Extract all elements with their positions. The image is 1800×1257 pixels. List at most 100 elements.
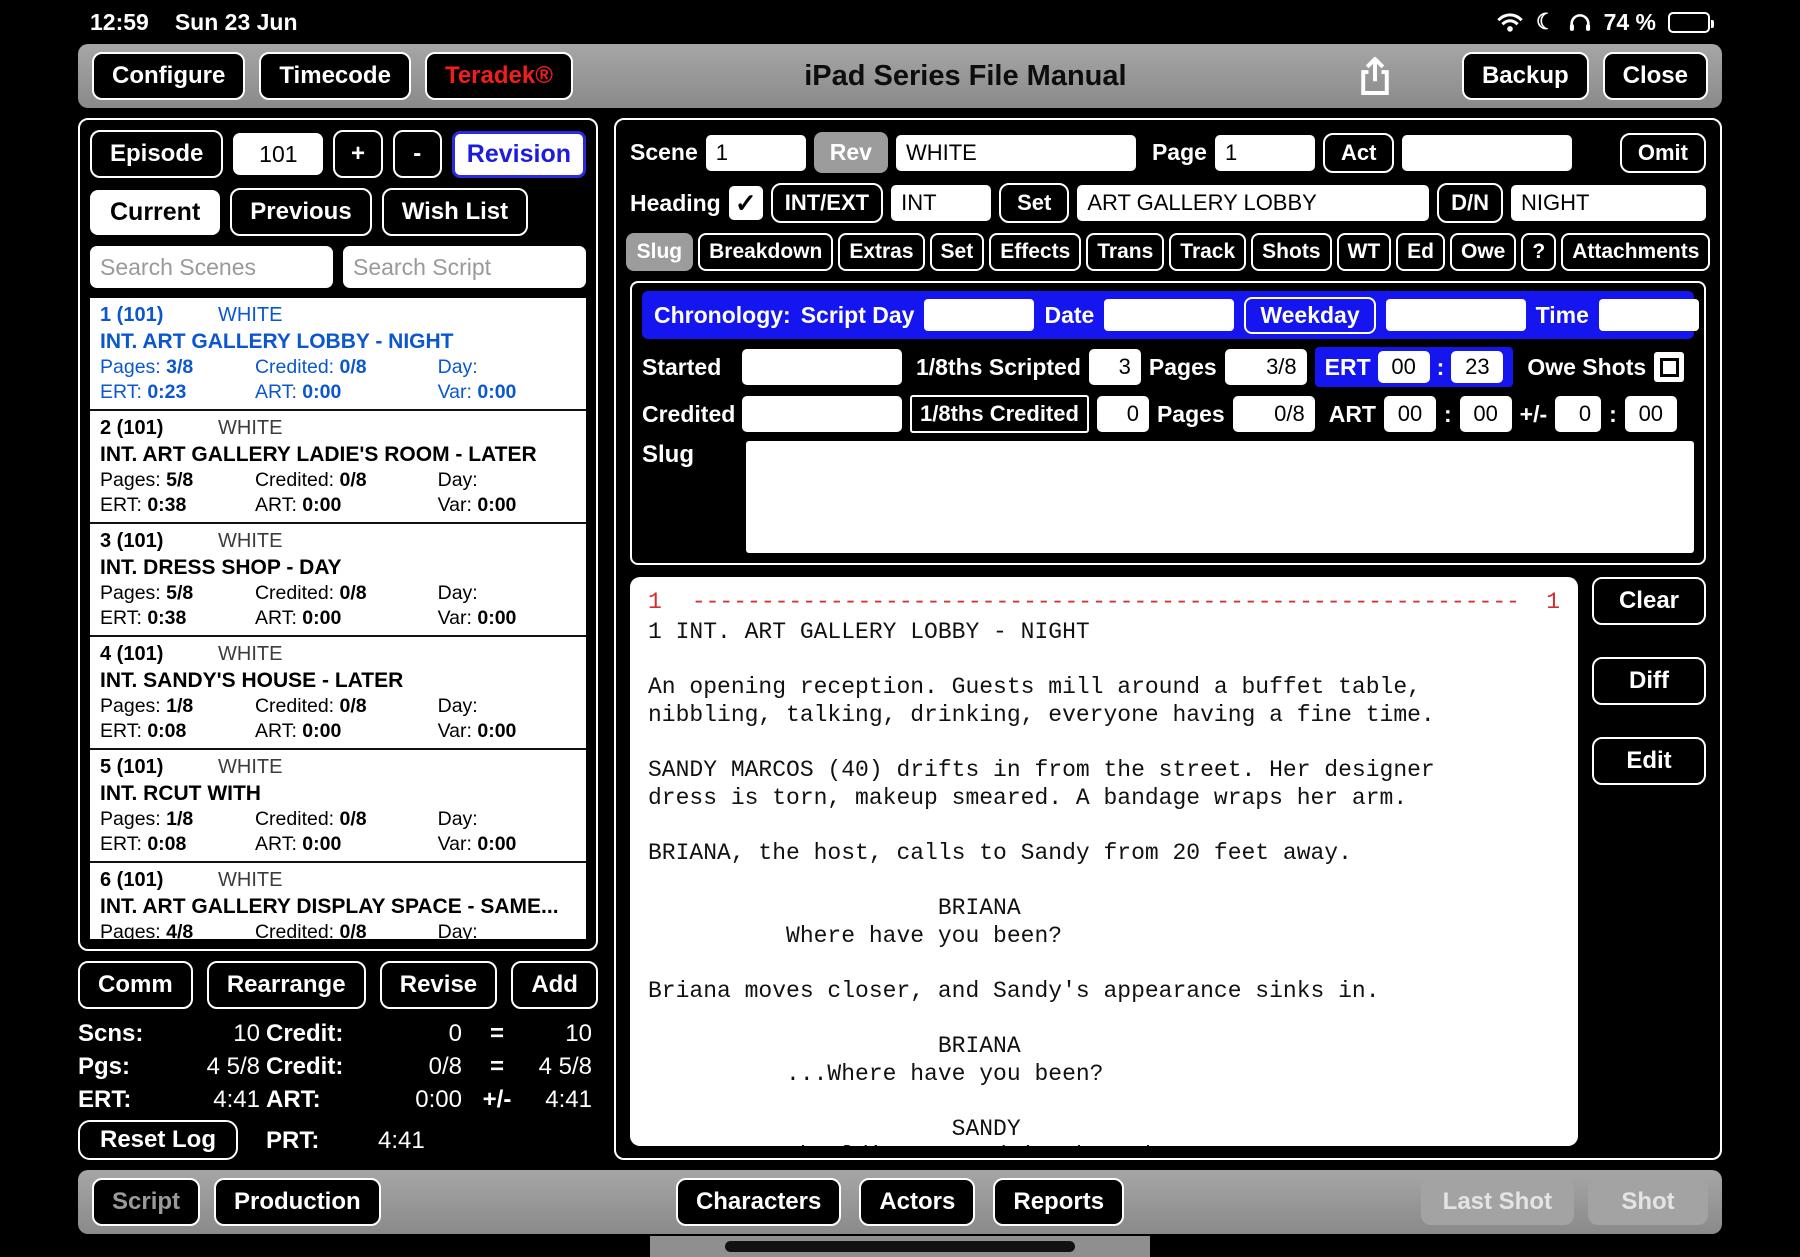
started-input[interactable] [742, 349, 902, 385]
tab-wishlist[interactable]: Wish List [381, 188, 529, 236]
art-minutes-input[interactable] [1383, 396, 1436, 432]
tab-attachments[interactable]: Attachments [1561, 233, 1711, 271]
heading-checkbox[interactable]: ✓ [728, 186, 763, 220]
scene-revision-color: WHITE [218, 756, 283, 778]
nav-script-button[interactable]: Script [92, 1178, 201, 1226]
search-script-input[interactable] [343, 246, 586, 288]
revision-button[interactable]: Revision [451, 130, 586, 178]
variance-seconds-input[interactable] [1624, 396, 1677, 432]
revision-color-input[interactable] [895, 134, 1136, 171]
script-text: 1 INT. ART GALLERY LOBBY - NIGHT An open… [648, 619, 1435, 1146]
nav-actors-button[interactable]: Actors [859, 1178, 976, 1226]
tab-effects[interactable]: Effects [989, 233, 1082, 271]
nav-reports-button[interactable]: Reports [993, 1178, 1125, 1226]
backup-button[interactable]: Backup [1461, 52, 1589, 100]
omit-button[interactable]: Omit [1619, 132, 1706, 173]
scene-list-item-1[interactable]: 1 (101) WHITE INT. ART GALLERY LOBBY - N… [90, 298, 586, 411]
act-button[interactable]: Act [1322, 132, 1395, 173]
revise-button[interactable]: Revise [379, 961, 498, 1009]
tab-wt[interactable]: WT [1336, 233, 1392, 271]
tab-slug[interactable]: Slug [625, 233, 694, 271]
eighths-scripted-input[interactable] [1088, 349, 1141, 385]
rev-button[interactable]: Rev [813, 132, 888, 173]
act-input[interactable] [1402, 134, 1573, 171]
shot-button[interactable]: Shot [1588, 1179, 1708, 1225]
ert-minutes-input[interactable] [1377, 351, 1430, 383]
set-button[interactable]: Set [999, 183, 1070, 223]
variance-minutes-input[interactable] [1555, 396, 1602, 432]
scene-list-item-4[interactable]: 4 (101) WHITE INT. SANDY'S HOUSE - LATER… [90, 637, 586, 750]
ert-seconds-input[interactable] [1451, 351, 1504, 383]
comm-button[interactable]: Comm [78, 961, 193, 1009]
weekday-input[interactable] [1385, 299, 1526, 331]
tab-previous[interactable]: Previous [230, 188, 372, 236]
detail-tabs: Slug Breakdown Extras Set Effects Trans … [625, 233, 1711, 271]
pages-scripted-label: Pages [1148, 353, 1217, 380]
clear-button[interactable]: Clear [1592, 577, 1706, 625]
int-ext-input[interactable] [891, 185, 992, 221]
tab-owe[interactable]: Owe [1450, 233, 1517, 271]
timecode-button[interactable]: Timecode [259, 52, 411, 100]
reset-log-button[interactable]: Reset Log [78, 1120, 238, 1160]
close-button[interactable]: Close [1602, 52, 1708, 100]
search-scenes-input[interactable] [90, 246, 333, 288]
tab-ed[interactable]: Ed [1396, 233, 1446, 271]
eighths-scripted-label: 1/8ths Scripted [916, 353, 1081, 380]
teradek-button[interactable]: Teradek® [424, 52, 573, 100]
edit-button[interactable]: Edit [1592, 737, 1706, 785]
scene-list-item-2[interactable]: 2 (101) WHITE INT. ART GALLERY LADIE'S R… [90, 411, 586, 524]
tab-set[interactable]: Set [929, 233, 985, 271]
weekday-button[interactable]: Weekday [1244, 296, 1376, 334]
page-input[interactable] [1214, 134, 1315, 171]
slug-text-area[interactable] [746, 441, 1694, 553]
scene-list-item-6[interactable]: 6 (101) WHITE INT. ART GALLERY DISPLAY S… [90, 863, 586, 939]
nav-production-button[interactable]: Production [214, 1178, 381, 1226]
add-button[interactable]: Add [511, 961, 598, 1009]
rearrange-button[interactable]: Rearrange [206, 961, 366, 1009]
configure-button[interactable]: Configure [92, 52, 246, 100]
script-viewer[interactable]: 1 --------------------------------------… [630, 577, 1578, 1146]
diff-button[interactable]: Diff [1592, 657, 1706, 705]
tab-track[interactable]: Track [1169, 233, 1247, 271]
art-label: ART [1328, 400, 1376, 427]
tab-shots[interactable]: Shots [1251, 233, 1332, 271]
art-seconds-input[interactable] [1459, 396, 1512, 432]
episode-number-input[interactable] [233, 133, 324, 175]
pages-credited-label: Pages [1156, 400, 1225, 427]
script-day-input[interactable] [924, 299, 1035, 331]
home-indicator[interactable] [725, 1241, 1075, 1252]
scene-number: 1 (101) [100, 304, 164, 326]
nav-characters-button[interactable]: Characters [675, 1178, 842, 1226]
day-night-button[interactable]: D/N [1437, 183, 1503, 223]
search-row [90, 246, 586, 288]
episode-minus-button[interactable]: - [392, 130, 442, 178]
int-ext-button[interactable]: INT/EXT [770, 183, 884, 223]
tab-trans[interactable]: Trans [1086, 233, 1165, 271]
tab-current[interactable]: Current [90, 189, 221, 235]
eighths-credited-button[interactable]: 1/8ths Credited [910, 395, 1089, 433]
tab-breakdown[interactable]: Breakdown [698, 233, 834, 271]
scene-number-input[interactable] [705, 134, 806, 171]
scene-list-item-3[interactable]: 3 (101) WHITE INT. DRESS SHOP - DAY Page… [90, 524, 586, 637]
scene-list-item-5[interactable]: 5 (101) WHITE INT. RCUT WITH Pages: 1/8 … [90, 750, 586, 863]
battery-percent: 74 % [1603, 8, 1656, 35]
eighths-credited-input[interactable] [1096, 396, 1149, 432]
day-night-input[interactable] [1511, 185, 1706, 221]
status-time: 12:59 [90, 8, 149, 35]
pages-scripted-input[interactable] [1224, 349, 1307, 385]
episode-button[interactable]: Episode [90, 130, 224, 178]
credited-input[interactable] [742, 396, 902, 432]
date-input[interactable] [1104, 299, 1235, 331]
tab-question[interactable]: ? [1521, 233, 1557, 271]
last-shot-button[interactable]: Last Shot [1420, 1179, 1574, 1225]
page-label: Page [1151, 139, 1207, 165]
time-input[interactable] [1598, 299, 1699, 331]
share-icon[interactable] [1358, 55, 1392, 97]
set-input[interactable] [1077, 185, 1430, 221]
pages-credited-input[interactable] [1232, 396, 1315, 432]
episode-plus-button[interactable]: + [333, 130, 383, 178]
owe-shots-checkbox[interactable] [1654, 352, 1685, 382]
home-strip [650, 1236, 1150, 1257]
tab-extras[interactable]: Extras [838, 233, 925, 271]
episode-row: Episode + - Revision [90, 130, 586, 178]
